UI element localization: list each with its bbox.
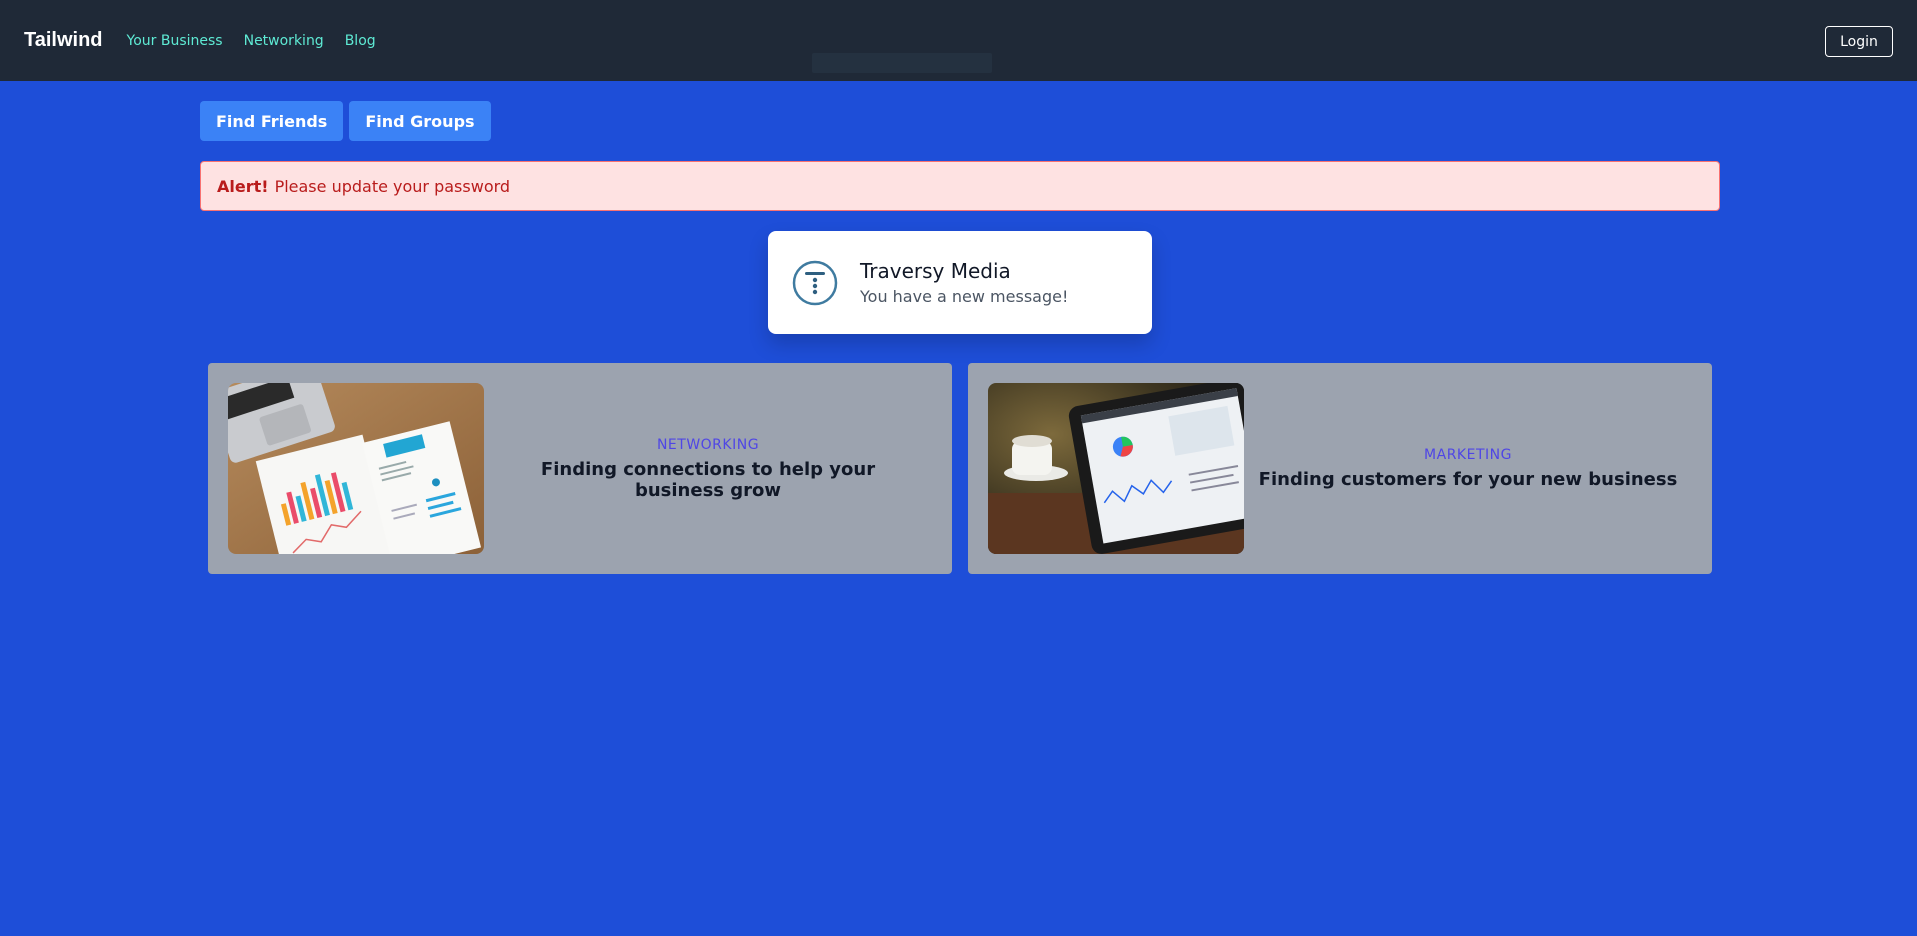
analytics-papers-image <box>228 383 484 554</box>
card-text-networking: NETWORKING Finding connections to help y… <box>484 437 932 501</box>
nav-link-networking[interactable]: Networking <box>244 33 324 49</box>
card-category: MARKETING <box>1424 447 1512 463</box>
card-text-marketing: MARKETING Finding customers for your new… <box>1244 447 1692 490</box>
brand-logo[interactable]: Tailwind <box>24 29 103 52</box>
nav-link-blog[interactable]: Blog <box>345 33 376 49</box>
tablet-dashboard-image <box>988 383 1244 554</box>
find-friends-button[interactable]: Find Friends <box>200 101 344 141</box>
article-card-networking[interactable]: NETWORKING Finding connections to help y… <box>208 363 952 574</box>
alert-label: Alert! <box>217 176 269 196</box>
card-title[interactable]: Finding customers for your new business <box>1256 469 1680 490</box>
traversy-logo-icon <box>792 260 838 305</box>
alert-message: Please update your password <box>274 176 511 196</box>
notification-title: Traversy Media <box>860 259 1011 283</box>
alert-banner: Alert! Please update your password <box>200 161 1720 211</box>
top-navbar: Tailwind Your Business Networking Blog L… <box>0 0 1917 81</box>
find-groups-button[interactable]: Find Groups <box>349 101 491 141</box>
notification-card[interactable]: Traversy Media You have a new message! <box>768 231 1152 334</box>
notification-message: You have a new message! <box>860 287 1069 306</box>
notification-text: Traversy Media You have a new message! <box>860 259 1068 306</box>
card-category: NETWORKING <box>656 436 760 453</box>
action-buttons: Find Friends Find Groups <box>200 101 491 141</box>
article-card-marketing[interactable]: MARKETING Finding customers for your new… <box>968 363 1712 574</box>
card-title[interactable]: Finding connections to help your busines… <box>496 459 920 501</box>
login-button[interactable]: Login <box>1825 26 1893 57</box>
faded-tooltip-bar <box>812 53 992 73</box>
nav-link-your-business[interactable]: Your Business <box>127 33 223 49</box>
